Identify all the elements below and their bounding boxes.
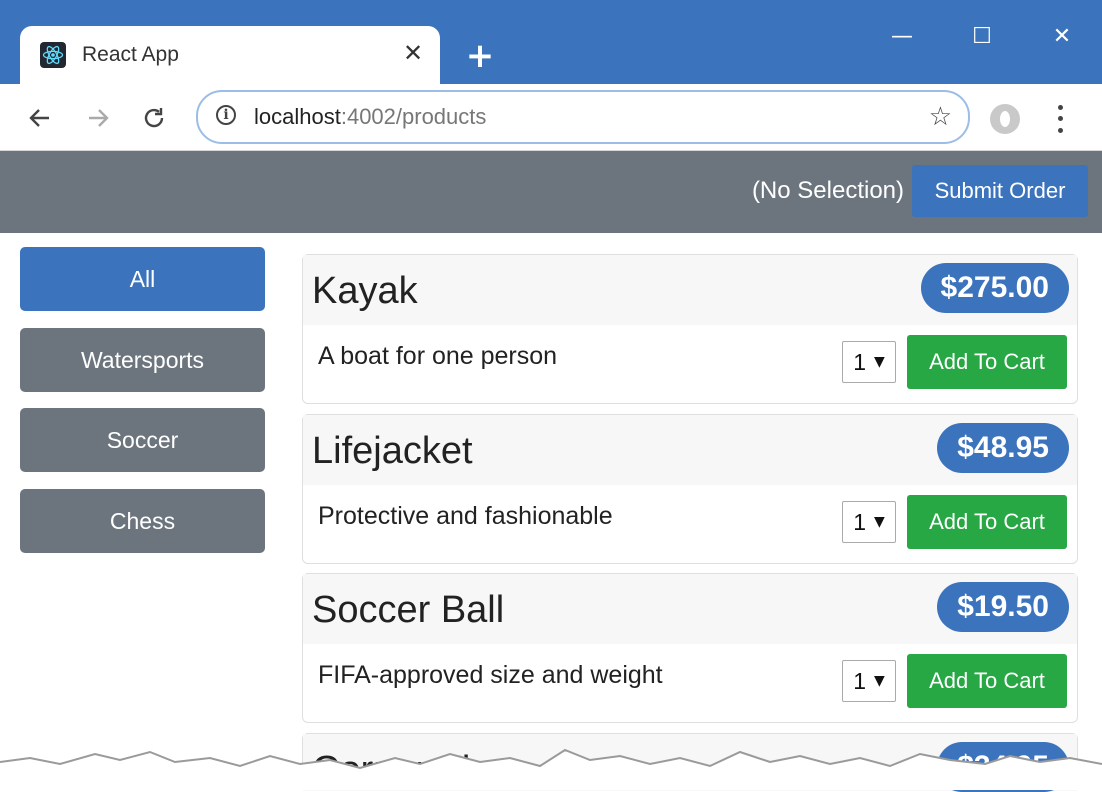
close-window-icon[interactable]: ✕ bbox=[1040, 18, 1084, 54]
product-name: Kayak bbox=[312, 270, 418, 312]
selection-summary: (No Selection) bbox=[751, 177, 904, 204]
app-header: (No Selection) Submit Order bbox=[0, 151, 1102, 233]
quantity-select[interactable]: 1 ▼ bbox=[842, 341, 896, 383]
quantity-value: 1 bbox=[853, 348, 866, 375]
product-card: Lifejacket $48.95 Protective and fashion… bbox=[302, 414, 1078, 564]
price-badge: $48.95 bbox=[937, 423, 1069, 473]
browser-tab[interactable]: React App ✕ bbox=[20, 26, 440, 84]
browser-titlebar: React App ✕ + — ☐ ✕ bbox=[0, 0, 1102, 84]
tab-close-icon[interactable]: ✕ bbox=[398, 38, 428, 68]
reload-icon[interactable] bbox=[134, 98, 174, 138]
add-to-cart-button[interactable]: Add To Cart bbox=[907, 654, 1067, 708]
react-icon bbox=[40, 42, 66, 68]
category-button-chess[interactable]: Chess bbox=[20, 489, 265, 553]
dropdown-arrow-icon: ▼ bbox=[874, 354, 885, 370]
url-host: localhost bbox=[254, 104, 341, 129]
site-info-icon[interactable]: i bbox=[216, 105, 236, 125]
profile-avatar-icon[interactable] bbox=[990, 104, 1020, 134]
add-to-cart-button[interactable]: Add To Cart bbox=[907, 495, 1067, 549]
tab-title: React App bbox=[82, 43, 179, 66]
add-to-cart-button[interactable]: Add To Cart bbox=[907, 335, 1067, 389]
address-bar[interactable]: i localhost:4002/products ☆ bbox=[196, 90, 970, 144]
category-button-soccer[interactable]: Soccer bbox=[20, 408, 265, 472]
url-text: localhost:4002/products bbox=[254, 104, 486, 130]
product-description: Protective and fashionable bbox=[318, 502, 613, 530]
price-badge: $275.00 bbox=[920, 263, 1069, 313]
quantity-select[interactable]: 1 ▼ bbox=[842, 660, 896, 702]
category-button-all[interactable]: All bbox=[20, 247, 265, 311]
dropdown-arrow-icon: ▼ bbox=[874, 514, 885, 530]
product-card: Kayak $275.00 A boat for one person 1 ▼ A… bbox=[302, 254, 1078, 404]
minimize-icon[interactable]: — bbox=[880, 18, 924, 54]
product-name: Soccer Ball bbox=[312, 589, 505, 631]
quantity-value: 1 bbox=[853, 667, 866, 694]
browser-menu-icon[interactable] bbox=[1050, 102, 1070, 136]
category-button-watersports[interactable]: Watersports bbox=[20, 328, 265, 392]
submit-order-button[interactable]: Submit Order bbox=[912, 165, 1088, 217]
product-name: Lifejacket bbox=[312, 430, 473, 472]
dropdown-arrow-icon: ▼ bbox=[874, 673, 885, 689]
new-tab-button[interactable]: + bbox=[462, 36, 498, 76]
back-arrow-icon[interactable] bbox=[20, 98, 60, 138]
quantity-value: 1 bbox=[853, 508, 866, 535]
product-description: A boat for one person bbox=[318, 342, 558, 370]
maximize-icon[interactable]: ☐ bbox=[960, 18, 1004, 54]
browser-toolbar: i localhost:4002/products ☆ bbox=[0, 84, 1102, 151]
bookmark-star-icon[interactable]: ☆ bbox=[929, 102, 952, 132]
product-description: FIFA-approved size and weight bbox=[318, 661, 663, 689]
product-card: Soccer Ball $19.50 FIFA-approved size an… bbox=[302, 573, 1078, 723]
price-badge: $19.50 bbox=[937, 582, 1069, 632]
torn-edge-decoration bbox=[0, 748, 1102, 790]
quantity-select[interactable]: 1 ▼ bbox=[842, 501, 896, 543]
forward-arrow-icon[interactable] bbox=[78, 98, 118, 138]
url-path: :4002/products bbox=[340, 104, 487, 129]
